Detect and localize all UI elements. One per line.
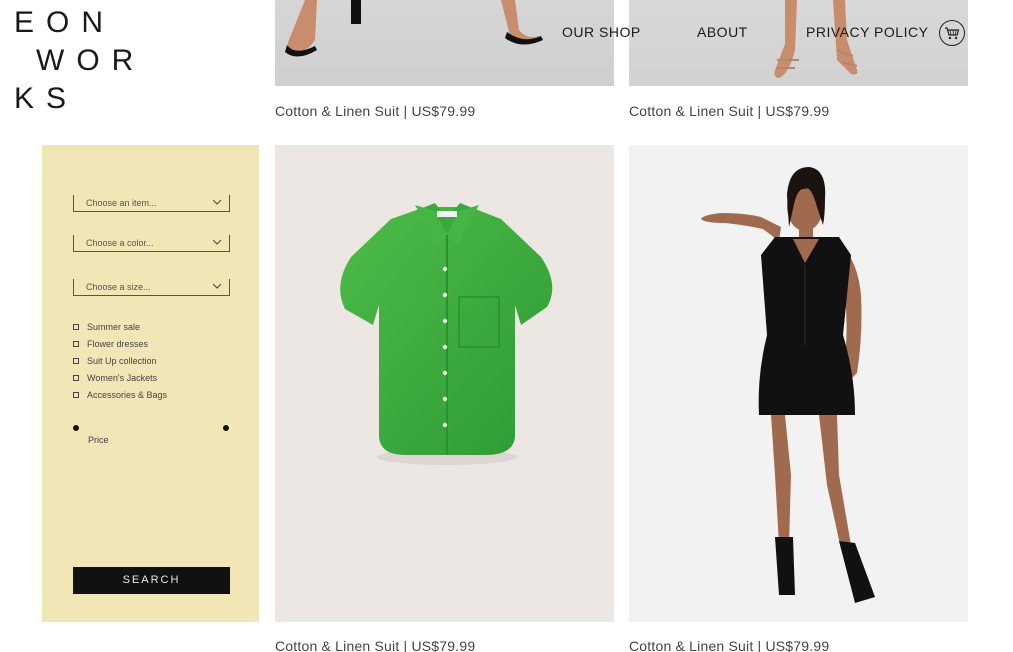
size-select-placeholder: Choose a size... <box>86 282 151 292</box>
checkbox-icon[interactable] <box>73 357 79 364</box>
chevron-down-icon <box>213 283 221 289</box>
category-checkbox-suit-up[interactable]: Suit Up collection <box>73 355 157 367</box>
product-image-1[interactable] <box>275 0 614 86</box>
category-label: Flower dresses <box>87 339 149 349</box>
logo-line-1: EON <box>14 6 116 39</box>
logo-line-2: WOR <box>36 44 146 77</box>
shopping-cart-icon[interactable] <box>939 20 965 46</box>
sandal-legs-illustration <box>285 0 543 57</box>
site-logo[interactable]: EON WOR KS <box>14 4 145 118</box>
checkbox-icon[interactable] <box>73 391 79 398</box>
price-slider-min-handle[interactable] <box>73 425 79 431</box>
chevron-down-icon <box>213 239 221 245</box>
nav-our-shop[interactable]: OUR SHOP <box>562 24 641 42</box>
category-checkbox-womens-jackets[interactable]: Women's Jackets <box>73 372 157 384</box>
category-label: Suit Up collection <box>87 356 157 366</box>
color-select-placeholder: Choose a color... <box>86 238 154 248</box>
checkbox-icon[interactable] <box>73 374 79 381</box>
product-image-4[interactable] <box>629 145 968 622</box>
category-checkbox-accessories-bags[interactable]: Accessories & Bags <box>73 389 167 401</box>
category-checkbox-flower-dresses[interactable]: Flower dresses <box>73 338 148 350</box>
color-select[interactable]: Choose a color... <box>73 235 230 252</box>
item-select-placeholder: Choose an item... <box>86 198 157 208</box>
category-label: Summer sale <box>87 322 141 332</box>
logo-line-3: KS <box>14 82 79 115</box>
strappy-sandal-illustration <box>774 0 858 78</box>
search-button[interactable]: SEARCH <box>73 567 230 594</box>
product-image-2[interactable] <box>629 0 968 86</box>
nav-privacy-policy[interactable]: PRIVACY POLICY <box>806 24 928 42</box>
chevron-down-icon <box>213 199 221 205</box>
filter-panel: Choose an item... Choose a color... Choo… <box>42 145 259 622</box>
checkbox-icon[interactable] <box>73 323 79 330</box>
item-select[interactable]: Choose an item... <box>73 195 230 212</box>
product-caption-2[interactable]: Cotton & Linen Suit | US$79.99 <box>629 103 829 119</box>
black-dress-model-illustration <box>701 167 875 603</box>
cart-glyph-icon <box>945 27 960 40</box>
category-checkbox-summer-sale[interactable]: Summer sale <box>73 321 140 333</box>
category-label: Accessories & Bags <box>87 390 168 400</box>
category-label: Women's Jackets <box>87 373 158 383</box>
price-label: Price <box>88 435 109 445</box>
product-caption-1[interactable]: Cotton & Linen Suit | US$79.99 <box>275 103 475 119</box>
product-image-3[interactable] <box>275 145 614 622</box>
green-shirt-illustration <box>340 203 553 465</box>
nav-about[interactable]: ABOUT <box>697 24 748 42</box>
product-caption-3[interactable]: Cotton & Linen Suit | US$79.99 <box>275 638 475 652</box>
size-select[interactable]: Choose a size... <box>73 279 230 296</box>
checkbox-icon[interactable] <box>73 340 79 347</box>
product-caption-4[interactable]: Cotton & Linen Suit | US$79.99 <box>629 638 829 652</box>
price-slider-max-handle[interactable] <box>223 425 229 431</box>
